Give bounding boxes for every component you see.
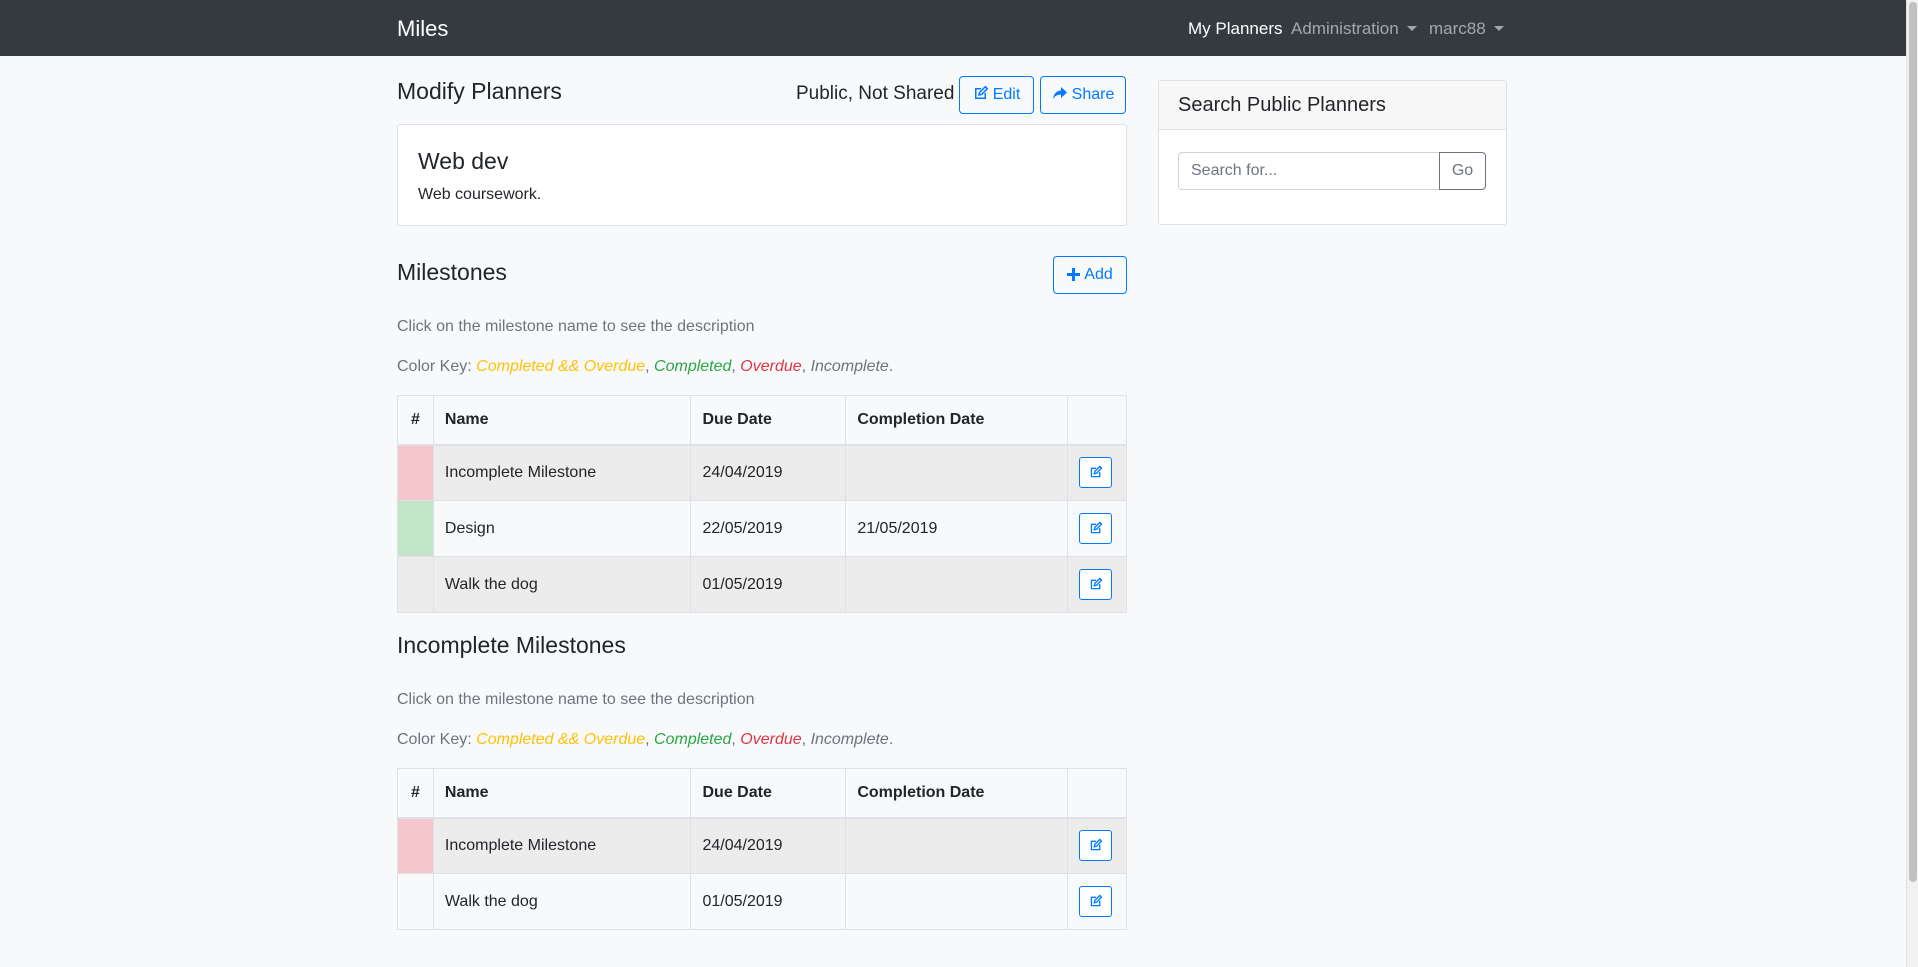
completion-date	[845, 444, 1068, 501]
edit-milestone-button[interactable]	[1079, 886, 1112, 917]
column-header: #	[397, 395, 434, 446]
caret-down-icon	[1406, 26, 1417, 31]
planner-status: Public, Not Shared	[796, 83, 955, 104]
milestone-name[interactable]: Incomplete Milestone	[432, 817, 692, 874]
completion-date	[845, 556, 1068, 613]
color-key-label: Color Key:	[397, 358, 472, 375]
color-key-label: Color Key:	[397, 731, 472, 748]
column-header	[1067, 395, 1127, 446]
milestone-name[interactable]: Incomplete Milestone	[432, 444, 692, 501]
edit-planner-label: Edit	[992, 86, 1021, 103]
completion-date: 21/05/2019	[845, 500, 1068, 557]
nav-my-planners[interactable]: My Planners	[1188, 19, 1282, 39]
status-flag-overdue	[397, 817, 434, 874]
add-milestone-label: Add	[1084, 266, 1113, 283]
planner-name: Web dev	[418, 148, 509, 174]
due-date: 24/04/2019	[690, 444, 847, 501]
action-cell	[1067, 500, 1127, 557]
share-planner-label: Share	[1071, 86, 1115, 103]
edit-icon	[974, 85, 989, 99]
edit-milestone-button[interactable]	[1079, 569, 1112, 600]
table-row: Walk the dog 01/05/2019	[397, 556, 1127, 613]
search-input[interactable]	[1178, 152, 1440, 190]
scrollbar-thumb[interactable]	[1909, 2, 1917, 882]
key-completed: Completed	[654, 731, 732, 748]
plus-icon	[1067, 268, 1081, 281]
status-flag-overdue	[397, 444, 434, 501]
brand-logo[interactable]: Miles	[397, 16, 448, 42]
column-header[interactable]: Name	[432, 768, 692, 819]
edit-icon	[1090, 894, 1102, 907]
planner-description: Web coursework.	[418, 186, 542, 203]
column-header[interactable]: Due Date	[690, 395, 847, 446]
key-overdue: Overdue	[740, 358, 802, 375]
share-icon	[1052, 87, 1067, 100]
key-incomplete: Incomplete	[810, 731, 889, 748]
page-title: Modify Planners	[397, 78, 562, 104]
status-flag-incomplete	[397, 556, 434, 613]
vertical-scrollbar[interactable]	[1906, 0, 1918, 967]
key-completed: Completed	[654, 358, 732, 375]
milestones-table: # Name Due Date Completion Date Incomple…	[397, 395, 1127, 613]
edit-milestone-button[interactable]	[1079, 457, 1112, 489]
table-header-row: # Name Due Date Completion Date	[397, 768, 1127, 819]
status-flag-completed	[397, 500, 434, 557]
search-public-planners-card: Search Public Planners Go	[1158, 80, 1507, 225]
nav-administration-dropdown[interactable]: Administration	[1291, 19, 1417, 39]
edit-milestone-button[interactable]	[1079, 513, 1112, 544]
completion-date	[845, 817, 1068, 874]
edit-icon	[1090, 465, 1102, 478]
edit-icon	[1090, 577, 1102, 590]
key-completed-overdue: Completed && Overdue	[476, 358, 646, 375]
key-overdue: Overdue	[740, 731, 802, 748]
search-card-title: Search Public Planners	[1159, 81, 1506, 130]
column-header[interactable]: Due Date	[690, 768, 847, 819]
incomplete-milestones-hint: Click on the milestone name to see the d…	[397, 691, 755, 708]
due-date: 01/05/2019	[690, 873, 847, 930]
incomplete-milestones-heading: Incomplete Milestones	[397, 632, 626, 658]
due-date: 24/04/2019	[690, 817, 847, 874]
incomplete-milestones-table: # Name Due Date Completion Date Incomple…	[397, 768, 1127, 930]
search-go-button[interactable]: Go	[1439, 152, 1486, 190]
column-header: #	[397, 768, 434, 819]
edit-icon	[1090, 521, 1102, 534]
completion-date	[845, 873, 1068, 930]
action-cell	[1067, 873, 1127, 930]
status-flag-incomplete	[397, 873, 434, 930]
color-key: Color Key: Completed && Overdue, Complet…	[397, 731, 894, 748]
color-key: Color Key: Completed && Overdue, Complet…	[397, 358, 894, 375]
milestones-hint: Click on the milestone name to see the d…	[397, 318, 755, 335]
column-header[interactable]: Completion Date	[845, 395, 1068, 446]
table-row: Incomplete Milestone 24/04/2019	[397, 444, 1127, 501]
nav-user-label: marc88	[1429, 19, 1486, 38]
column-header[interactable]: Completion Date	[845, 768, 1068, 819]
edit-milestone-button[interactable]	[1079, 830, 1112, 862]
milestone-name[interactable]: Walk the dog	[432, 556, 692, 613]
table-header-row: # Name Due Date Completion Date	[397, 395, 1127, 446]
milestone-name[interactable]: Design	[432, 500, 692, 557]
table-row: Incomplete Milestone 24/04/2019	[397, 817, 1127, 874]
column-header	[1067, 768, 1127, 819]
due-date: 01/05/2019	[690, 556, 847, 613]
action-cell	[1067, 556, 1127, 613]
action-cell	[1067, 444, 1127, 501]
key-incomplete: Incomplete	[810, 358, 889, 375]
edit-planner-button[interactable]: Edit	[959, 76, 1034, 114]
key-completed-overdue: Completed && Overdue	[476, 731, 646, 748]
table-row: Design 22/05/2019 21/05/2019	[397, 500, 1127, 557]
top-navbar: Miles My Planners Administration marc88	[0, 0, 1906, 56]
table-row: Walk the dog 01/05/2019	[397, 873, 1127, 930]
planner-card: Web dev Web coursework.	[397, 124, 1127, 226]
share-planner-button[interactable]: Share	[1040, 76, 1126, 114]
nav-user-dropdown[interactable]: marc88	[1429, 19, 1504, 39]
add-milestone-button[interactable]: Add	[1053, 256, 1127, 294]
edit-icon	[1090, 838, 1102, 851]
action-cell	[1067, 817, 1127, 874]
caret-down-icon	[1493, 26, 1504, 31]
nav-administration-label: Administration	[1291, 19, 1399, 38]
column-header[interactable]: Name	[432, 395, 692, 446]
milestone-name[interactable]: Walk the dog	[432, 873, 692, 930]
due-date: 22/05/2019	[690, 500, 847, 557]
milestones-heading: Milestones	[397, 259, 507, 285]
